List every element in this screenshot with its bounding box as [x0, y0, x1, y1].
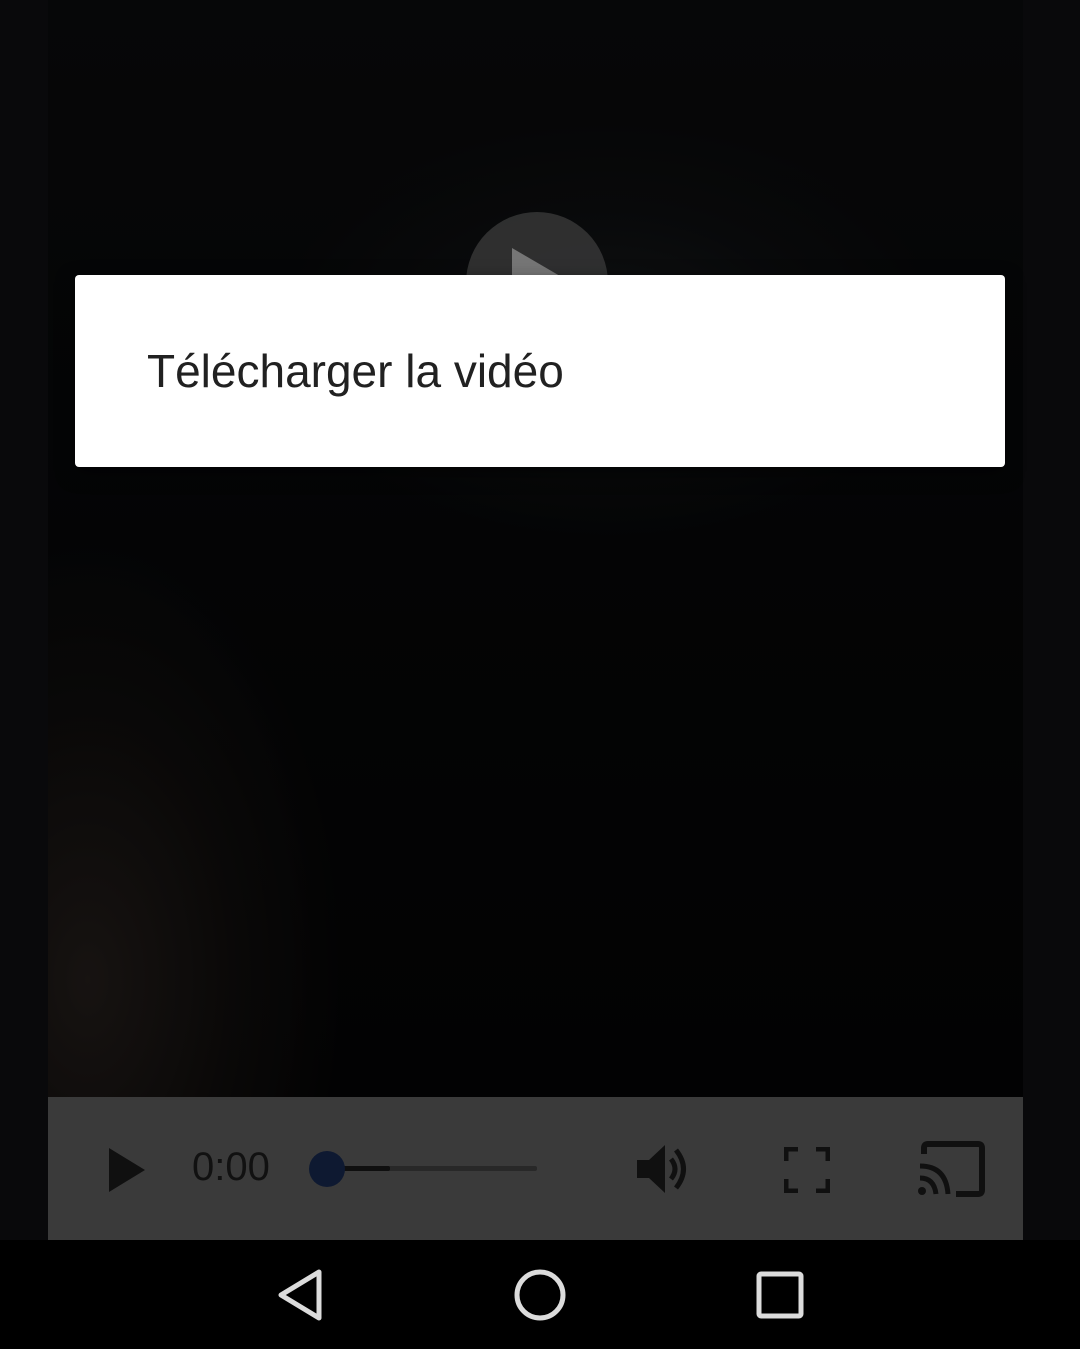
download-video-option[interactable]: Télécharger la vidéo — [75, 275, 1005, 467]
download-video-label: Télécharger la vidéo — [147, 345, 564, 397]
recents-square-icon — [756, 1271, 804, 1319]
home-circle-icon — [514, 1269, 566, 1321]
nav-home-button[interactable] — [500, 1255, 580, 1335]
dialog-scrim[interactable] — [0, 0, 1080, 1240]
nav-recents-button[interactable] — [740, 1255, 820, 1335]
back-triangle-icon — [278, 1269, 322, 1321]
system-navigation-bar — [0, 1240, 1080, 1349]
nav-back-button[interactable] — [260, 1260, 340, 1330]
screen: 0:00 Télécharger la vidéo — [0, 0, 1080, 1349]
context-menu-dialog: Télécharger la vidéo — [75, 275, 1005, 467]
